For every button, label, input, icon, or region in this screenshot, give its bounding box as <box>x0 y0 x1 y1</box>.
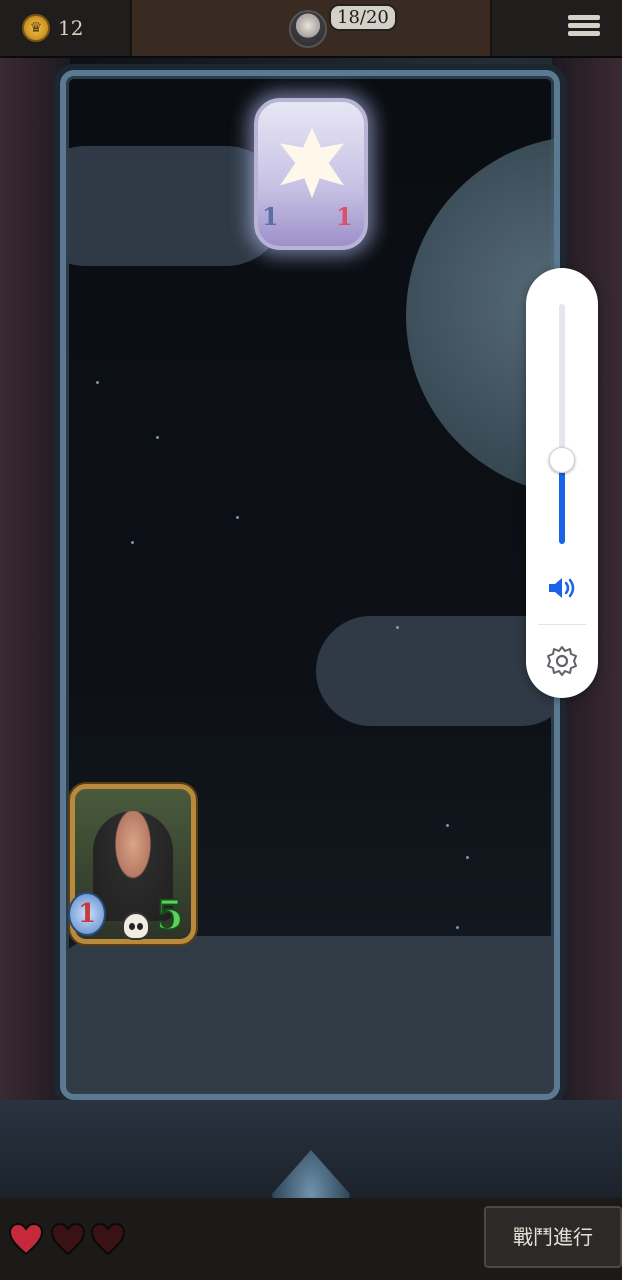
enemy-portrait <box>280 128 344 198</box>
star <box>156 436 159 439</box>
enemy-card[interactable]: 1 1 <box>254 98 368 250</box>
skull-icon <box>122 912 150 940</box>
star <box>236 516 239 519</box>
star <box>131 541 134 544</box>
heart-icon <box>8 1222 44 1256</box>
cloud <box>66 146 286 266</box>
volume-slider-thumb[interactable] <box>549 447 575 473</box>
cloud <box>66 936 554 1094</box>
heart-icon <box>50 1222 86 1256</box>
coin-count: 12 <box>58 16 84 40</box>
star <box>456 926 459 929</box>
top-bar: ♛ 12 18/20 <box>0 0 622 58</box>
divider <box>538 624 586 625</box>
heart-icon <box>90 1222 126 1256</box>
gear-icon[interactable] <box>545 644 579 678</box>
star <box>446 824 449 827</box>
star <box>396 626 399 629</box>
enemy-health: 1 <box>336 202 353 231</box>
player-health: 5 <box>155 891 185 940</box>
battle-start-button[interactable]: 戰鬥進行 <box>484 1206 622 1268</box>
player-attack: 1 <box>68 892 106 936</box>
hero-avatar-icon[interactable] <box>289 10 327 48</box>
coin-icon: ♛ <box>22 14 50 42</box>
speaker-icon[interactable] <box>546 574 578 602</box>
enemy-attack: 1 <box>262 202 279 231</box>
hamburger-icon <box>568 15 600 20</box>
menu-button[interactable] <box>568 12 600 42</box>
cloud <box>316 616 554 726</box>
star <box>96 381 99 384</box>
volume-panel <box>526 268 598 698</box>
deck-count-badge: 18/20 <box>329 4 397 31</box>
star <box>466 856 469 859</box>
